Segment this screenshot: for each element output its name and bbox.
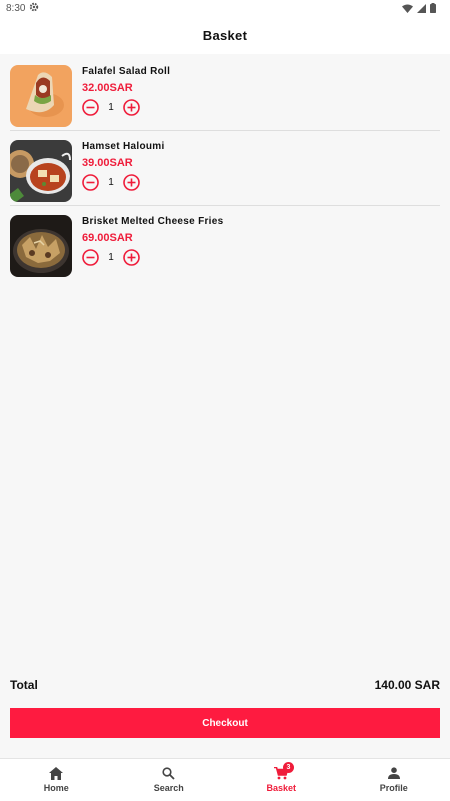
nav-item-search[interactable]: Search: [113, 759, 226, 801]
page-title: Basket: [0, 28, 450, 43]
increase-quantity-icon[interactable]: [123, 174, 140, 191]
order-total: Total 140.00 SAR: [10, 678, 440, 694]
person-icon: [388, 767, 400, 781]
increase-quantity-icon[interactable]: [123, 249, 140, 266]
product-image-brisket-fries: [10, 215, 72, 277]
nav-item-profile[interactable]: Profile: [338, 759, 450, 801]
battery-icon: [430, 3, 436, 16]
settings-gear-icon: [29, 2, 39, 15]
total-label: Total: [10, 678, 38, 694]
quantity-stepper: 1: [82, 174, 140, 191]
basket-item: Hamset Haloumi 39.00SAR 1: [0, 131, 450, 206]
cart-count-badge: 3: [283, 762, 294, 773]
nav-label: Profile: [380, 783, 408, 793]
decrease-quantity-icon[interactable]: [82, 249, 99, 266]
quantity-value: 1: [99, 252, 123, 263]
product-image-hamset-haloumi: [10, 140, 72, 202]
nav-item-home[interactable]: Home: [0, 759, 113, 801]
basket-list: Falafel Salad Roll 32.00SAR 1 Hamset: [0, 56, 450, 281]
increase-quantity-icon[interactable]: [123, 99, 140, 116]
basket-item: Falafel Salad Roll 32.00SAR 1: [0, 56, 450, 131]
item-name: Hamset Haloumi: [82, 141, 165, 152]
item-price: 69.00SAR: [82, 232, 133, 244]
product-image-falafel-roll: [10, 65, 72, 127]
quantity-value: 1: [99, 102, 123, 113]
total-value: 140.00 SAR: [375, 678, 440, 694]
nav-label: Home: [44, 783, 69, 793]
status-time: 8:30: [6, 3, 25, 14]
item-price: 39.00SAR: [82, 157, 133, 169]
quantity-stepper: 1: [82, 99, 140, 116]
app-bar: Basket: [0, 16, 450, 54]
checkout-button[interactable]: Checkout: [10, 708, 440, 738]
signal-icon: [417, 4, 426, 16]
quantity-value: 1: [99, 177, 123, 188]
nav-item-basket[interactable]: 3 Basket: [225, 759, 338, 801]
item-name: Falafel Salad Roll: [82, 66, 170, 77]
wifi-icon: [402, 4, 413, 16]
home-icon: [49, 767, 63, 781]
basket-item: Brisket Melted Cheese Fries 69.00SAR 1: [0, 206, 450, 281]
decrease-quantity-icon[interactable]: [82, 174, 99, 191]
quantity-stepper: 1: [82, 249, 140, 266]
item-name: Brisket Melted Cheese Fries: [82, 216, 224, 227]
status-bar: 8:30: [0, 0, 450, 16]
nav-label: Search: [154, 783, 184, 793]
nav-label: Basket: [266, 783, 296, 793]
decrease-quantity-icon[interactable]: [82, 99, 99, 116]
item-price: 32.00SAR: [82, 82, 133, 94]
bottom-navigation: Home Search 3 Basket Profile: [0, 758, 450, 801]
search-icon: [162, 767, 175, 781]
